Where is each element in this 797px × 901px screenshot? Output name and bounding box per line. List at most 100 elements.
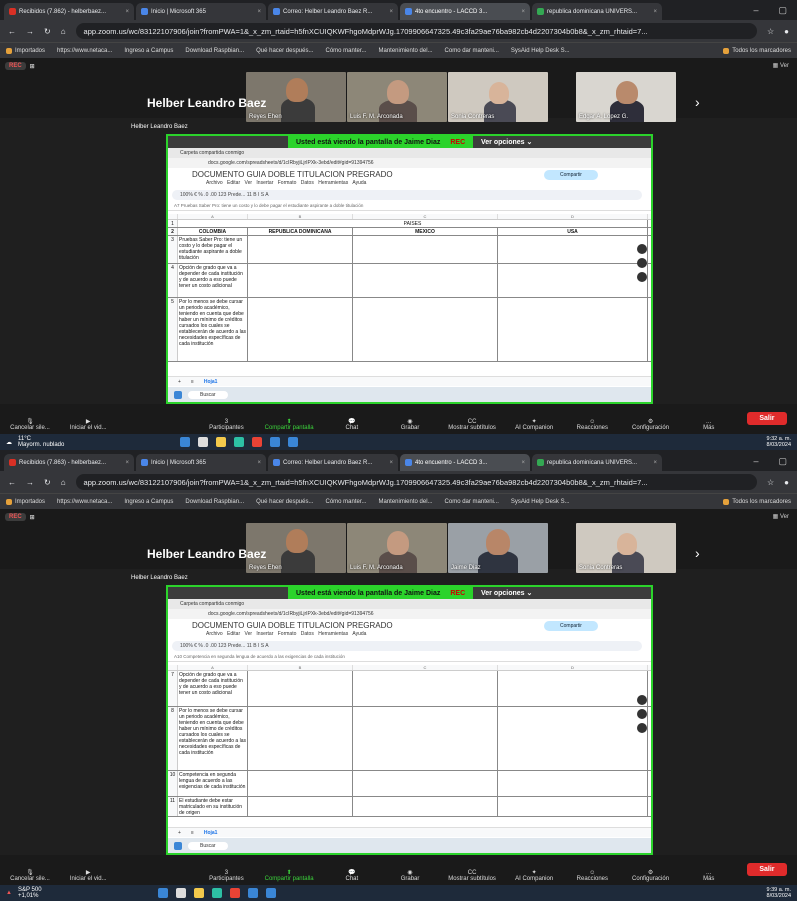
home-icon[interactable]: ⌂ <box>61 478 66 487</box>
calendar-icon[interactable] <box>637 695 647 705</box>
bookmark-item[interactable]: Qué hacer después... <box>256 48 313 54</box>
restore-icon[interactable]: ▢ <box>778 5 787 16</box>
bookmark-item[interactable]: Cómo manter... <box>325 499 366 505</box>
next-page-icon[interactable]: › <box>695 94 700 110</box>
reactions-button[interactable]: ☺ Reacciones <box>572 419 612 431</box>
bookmark-item[interactable]: Ingreso a Campus <box>124 499 173 505</box>
close-icon[interactable]: × <box>521 460 525 466</box>
keep-icon[interactable] <box>637 709 647 719</box>
calendar-icon[interactable] <box>637 244 647 254</box>
minimize-icon[interactable]: – <box>753 5 758 16</box>
tab-gmail[interactable]: Recibidos (7.862) - helberbaez... × <box>4 3 134 20</box>
bookmark-item[interactable]: Qué hacer después... <box>256 499 313 505</box>
next-page-icon[interactable]: › <box>695 545 700 561</box>
sheet-tab[interactable]: Hoja1 <box>204 830 218 836</box>
mail-icon[interactable] <box>288 437 299 447</box>
record-button[interactable]: ◉ Grabar <box>390 418 430 431</box>
search-icon[interactable] <box>175 888 186 898</box>
bookmark-item[interactable]: Cómo manter... <box>325 48 366 54</box>
share-screen-button[interactable]: ⬆ Compartir pantalla <box>265 869 314 882</box>
bookmark-item[interactable]: Importados <box>6 498 45 505</box>
sheets-menu-icon[interactable]: ≡ <box>191 379 194 385</box>
store-icon[interactable] <box>270 437 281 447</box>
chat-button[interactable]: 💬 Chat <box>332 418 372 431</box>
close-icon[interactable]: × <box>521 9 525 15</box>
video-tile[interactable]: Luis F. M. Arconada <box>347 72 447 122</box>
grid-icon[interactable]: ⊞ <box>30 514 35 521</box>
captions-button[interactable]: CC Mostrar subtítulos <box>448 419 496 431</box>
clock[interactable]: 9:39 a. m. 8/03/2024 <box>767 887 791 899</box>
mute-button[interactable]: 🎙 Cancelar sile... <box>10 418 50 431</box>
chat-button[interactable]: 💬 Chat <box>332 869 372 882</box>
weather-widget[interactable]: 11°C Mayorm. nublado <box>18 436 64 448</box>
store-icon[interactable] <box>247 888 258 898</box>
search-icon[interactable] <box>198 437 209 447</box>
tasks-icon[interactable] <box>637 723 647 733</box>
tab-microsoft[interactable]: Inicio | Microsoft 365 × <box>136 454 266 471</box>
tab-zoom[interactable]: 4to encuentro - LACCD 3... × <box>400 454 530 471</box>
clock[interactable]: 9:32 a. m. 8/03/2024 <box>767 436 791 448</box>
close-icon[interactable]: × <box>125 460 129 466</box>
bookmark-item[interactable]: Todos los marcadores <box>723 47 791 54</box>
bookmark-item[interactable]: Download Raspbian... <box>185 48 244 54</box>
bookmark-item[interactable]: Download Raspbian... <box>185 499 244 505</box>
video-button[interactable]: ▶ Iniciar el vid... <box>68 869 108 882</box>
bookmark-item[interactable]: Como dar manteni... <box>445 48 499 54</box>
tab-google[interactable]: republica dominicana UNIVERS... × <box>532 454 662 471</box>
back-icon[interactable]: ← <box>8 478 16 487</box>
close-icon[interactable]: × <box>653 460 657 466</box>
bookmark-item[interactable]: https://www.netaca... <box>57 48 112 54</box>
ai-companion-button[interactable]: ✦ AI Companion <box>514 418 554 431</box>
close-icon[interactable]: × <box>389 9 393 15</box>
more-button[interactable]: … Más <box>689 419 729 431</box>
url-field[interactable]: app.zoom.us/wc/83122107906/join?fromPWA=… <box>75 474 757 490</box>
keep-icon[interactable] <box>637 258 647 268</box>
tab-zoom[interactable]: 4to encuentro - LACCD 3... × <box>400 3 530 20</box>
windows-icon[interactable] <box>157 888 168 898</box>
more-button[interactable]: … Más <box>689 870 729 882</box>
shared-screen[interactable]: Usted está viendo la pantalla de Jaime D… <box>166 134 653 404</box>
file-explorer-icon[interactable] <box>216 437 227 447</box>
video-tile[interactable]: Sonia Contreras <box>576 523 676 573</box>
share-screen-button[interactable]: ⬆ Compartir pantalla <box>265 418 314 431</box>
mute-button[interactable]: 🎙 Cancelar sile... <box>10 869 50 882</box>
bookmark-item[interactable]: Todos los marcadores <box>723 498 791 505</box>
reactions-button[interactable]: ☺ Reacciones <box>572 870 612 882</box>
reload-icon[interactable]: ↻ <box>44 27 51 36</box>
close-icon[interactable]: × <box>653 9 657 15</box>
star-icon[interactable]: ☆ <box>767 27 774 36</box>
bookmark-item[interactable]: Mantenimiento del... <box>379 499 433 505</box>
profile-icon[interactable]: ● <box>784 27 789 36</box>
chrome-icon[interactable] <box>252 437 263 447</box>
settings-button[interactable]: ⚙ Configuración <box>631 418 671 431</box>
reload-icon[interactable]: ↻ <box>44 478 51 487</box>
file-explorer-icon[interactable] <box>193 888 204 898</box>
leave-button[interactable]: Salir <box>746 412 787 425</box>
view-options-button[interactable]: Ver opciones ⌄ <box>481 136 532 148</box>
restore-icon[interactable]: ▢ <box>778 456 787 467</box>
bookmark-item[interactable]: Ingreso a Campus <box>124 48 173 54</box>
forward-icon[interactable]: → <box>26 27 34 36</box>
close-icon[interactable]: × <box>125 9 129 15</box>
minimize-icon[interactable]: – <box>753 456 758 467</box>
participants-button[interactable]: 3 Participantes <box>206 419 246 431</box>
chrome-icon[interactable] <box>229 888 240 898</box>
sheets-menu-icon[interactable]: ≡ <box>191 830 194 836</box>
grid-icon[interactable]: ⊞ <box>30 63 35 70</box>
view-options-button[interactable]: Ver opciones ⌄ <box>481 587 532 599</box>
tab-gmail[interactable]: Recibidos (7.863) - helberbaez... × <box>4 454 134 471</box>
bookmark-item[interactable]: Como dar manteni... <box>445 499 499 505</box>
edge-icon[interactable] <box>211 888 222 898</box>
edge-icon[interactable] <box>234 437 245 447</box>
video-tile[interactable]: Edgar A. Lopez G. <box>576 72 676 122</box>
bookmark-item[interactable]: Mantenimiento del... <box>379 48 433 54</box>
star-icon[interactable]: ☆ <box>767 478 774 487</box>
video-tile[interactable]: Luis F. M. Arconada <box>347 523 447 573</box>
settings-button[interactable]: ⚙ Configuración <box>631 869 671 882</box>
captions-button[interactable]: CC Mostrar subtítulos <box>448 870 496 882</box>
close-icon[interactable]: × <box>257 9 261 15</box>
tab-microsoft[interactable]: Inicio | Microsoft 365 × <box>136 3 266 20</box>
tab-outlook[interactable]: Correo: Helber Leandro Baez R... × <box>268 454 398 471</box>
view-button[interactable]: ▦ Ver <box>773 513 789 520</box>
participants-button[interactable]: 3 Participantes <box>206 870 246 882</box>
